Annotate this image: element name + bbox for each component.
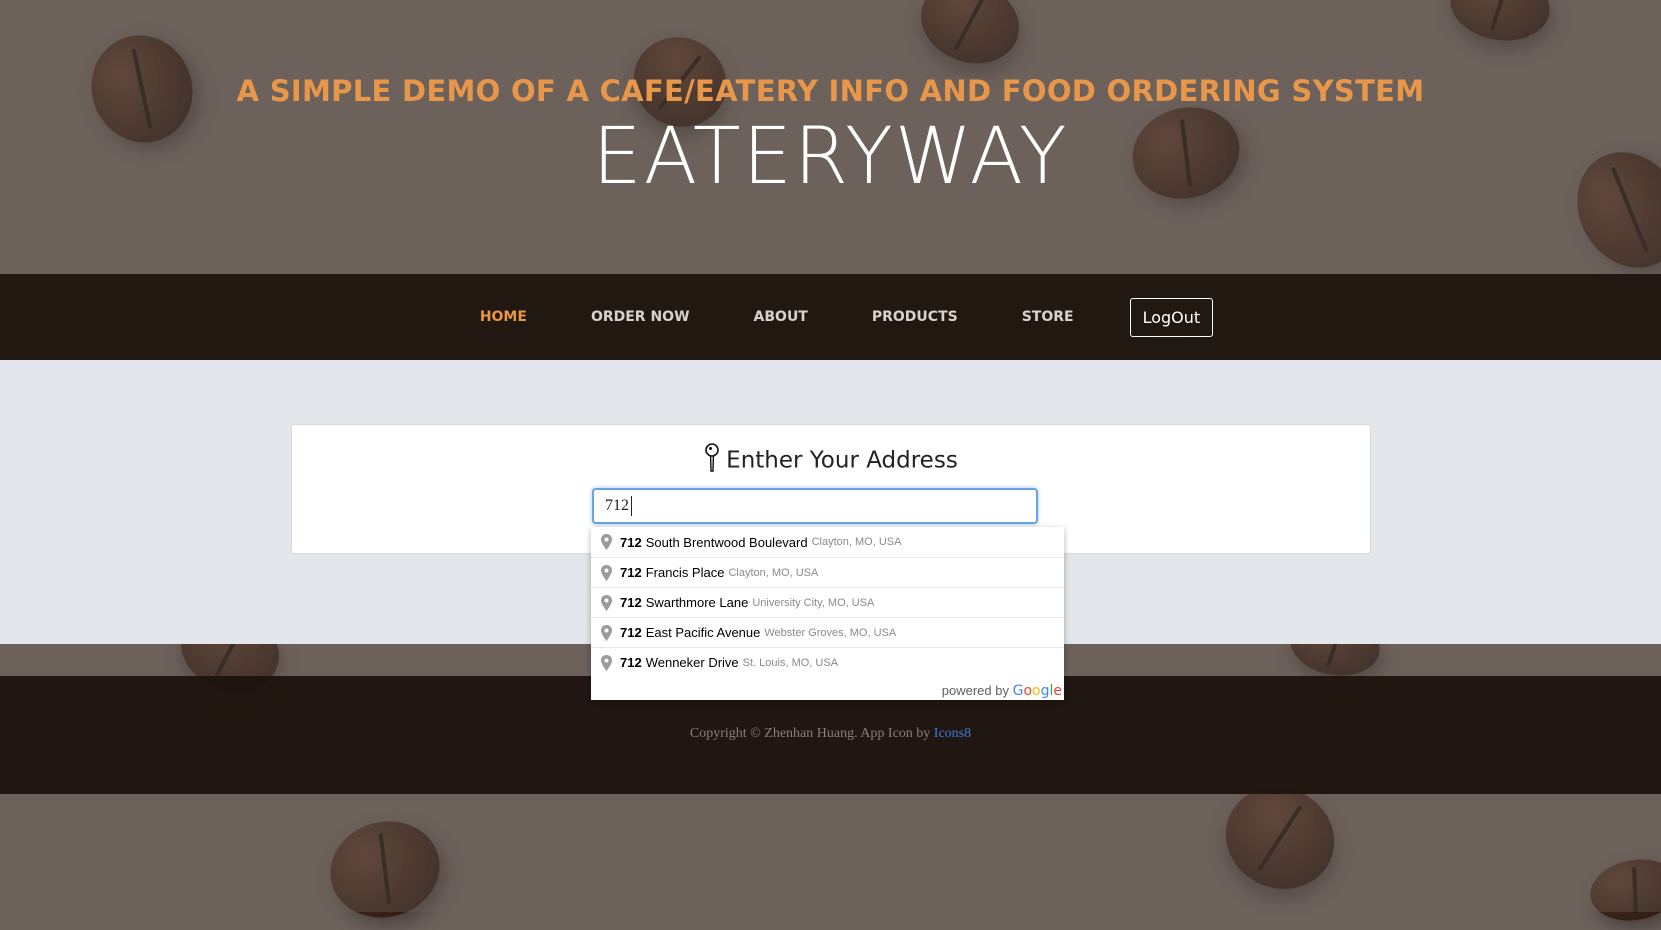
- logout-button[interactable]: LogOut: [1129, 297, 1214, 337]
- brand-title: EATERYWAY: [592, 112, 1069, 202]
- location-marker-icon: [601, 654, 612, 671]
- suggestion-number: 712: [620, 595, 642, 610]
- suggestion-locality: St. Louis, MO, USA: [742, 656, 839, 669]
- google-logo: Google: [1012, 683, 1062, 699]
- text-caret: [631, 496, 632, 517]
- address-card-title: Enther Your Address: [726, 447, 958, 474]
- autocomplete-suggestion[interactable]: 712 Francis Place Clayton, MO, USA: [591, 557, 1064, 587]
- google-letter: o: [1032, 683, 1041, 699]
- suggestion-locality: University City, MO, USA: [752, 596, 875, 609]
- suggestion-number: 712: [620, 534, 642, 550]
- suggestion-locality: Clayton, MO, USA: [811, 536, 902, 548]
- main-navbar: HOME ORDER NOW ABOUT PRODUCTS STORE LogO…: [0, 274, 1661, 360]
- autocomplete-suggestion[interactable]: 712 East Pacific Avenue Webster Groves, …: [591, 617, 1064, 647]
- nav-item-home[interactable]: HOME: [480, 309, 527, 325]
- nav-item-products[interactable]: PRODUCTS: [872, 309, 958, 325]
- hero-tagline: A SIMPLE DEMO OF A CAFE/EATERY INFO AND …: [236, 74, 1425, 108]
- nav-list: HOME ORDER NOW ABOUT PRODUCTS STORE LogO…: [0, 274, 1661, 360]
- nav-item-about[interactable]: ABOUT: [754, 309, 808, 325]
- google-letter: o: [1023, 683, 1033, 699]
- google-letter: e: [1053, 683, 1062, 699]
- icons8-link[interactable]: Icons8: [934, 726, 971, 741]
- powered-by-google: powered by Google: [942, 683, 1062, 699]
- hero-header: A SIMPLE DEMO OF A CAFE/EATERY INFO AND …: [0, 0, 1661, 274]
- suggestion-street: Swarthmore Lane: [645, 595, 749, 610]
- map-pin-icon: [704, 443, 720, 479]
- location-marker-icon: [601, 534, 612, 550]
- autocomplete-suggestion[interactable]: 712 Swarthmore Lane University City, MO,…: [591, 587, 1064, 617]
- location-marker-icon: [601, 594, 612, 611]
- address-input-value: 712: [605, 497, 629, 514]
- suggestion-street: Wenneker Drive: [645, 655, 739, 670]
- address-autocomplete-dropdown: 712 South Brentwood Boulevard Clayton, M…: [591, 527, 1064, 700]
- powered-by-text: powered by: [941, 683, 1009, 698]
- address-card-heading: Enther Your Address: [292, 443, 1370, 479]
- autocomplete-suggestion[interactable]: 712 Wenneker Drive St. Louis, MO, USA: [591, 647, 1064, 677]
- suggestion-locality: Webster Groves, MO, USA: [764, 626, 897, 639]
- location-marker-icon: [601, 564, 612, 581]
- copyright-text: Copyright © Zhenhan Huang. App Icon by: [689, 726, 931, 741]
- suggestion-street: Francis Place: [645, 565, 725, 580]
- suggestion-locality: Clayton, MO, USA: [728, 566, 819, 579]
- nav-item-order-now[interactable]: ORDER NOW: [591, 309, 690, 325]
- suggestion-number: 712: [620, 625, 642, 640]
- google-letter: G: [1012, 683, 1024, 699]
- suggestion-number: 712: [620, 655, 642, 670]
- address-input[interactable]: 712: [592, 488, 1038, 524]
- nav-item-store[interactable]: STORE: [1022, 309, 1074, 325]
- footer-copyright: Copyright © Zhenhan Huang. App Icon by I…: [0, 726, 1661, 742]
- suggestion-number: 712: [620, 565, 642, 580]
- autocomplete-suggestion[interactable]: 712 South Brentwood Boulevard Clayton, M…: [591, 527, 1064, 557]
- location-marker-icon: [601, 624, 612, 641]
- suggestion-street: East Pacific Avenue: [645, 625, 761, 640]
- suggestion-street: South Brentwood Boulevard: [645, 534, 808, 550]
